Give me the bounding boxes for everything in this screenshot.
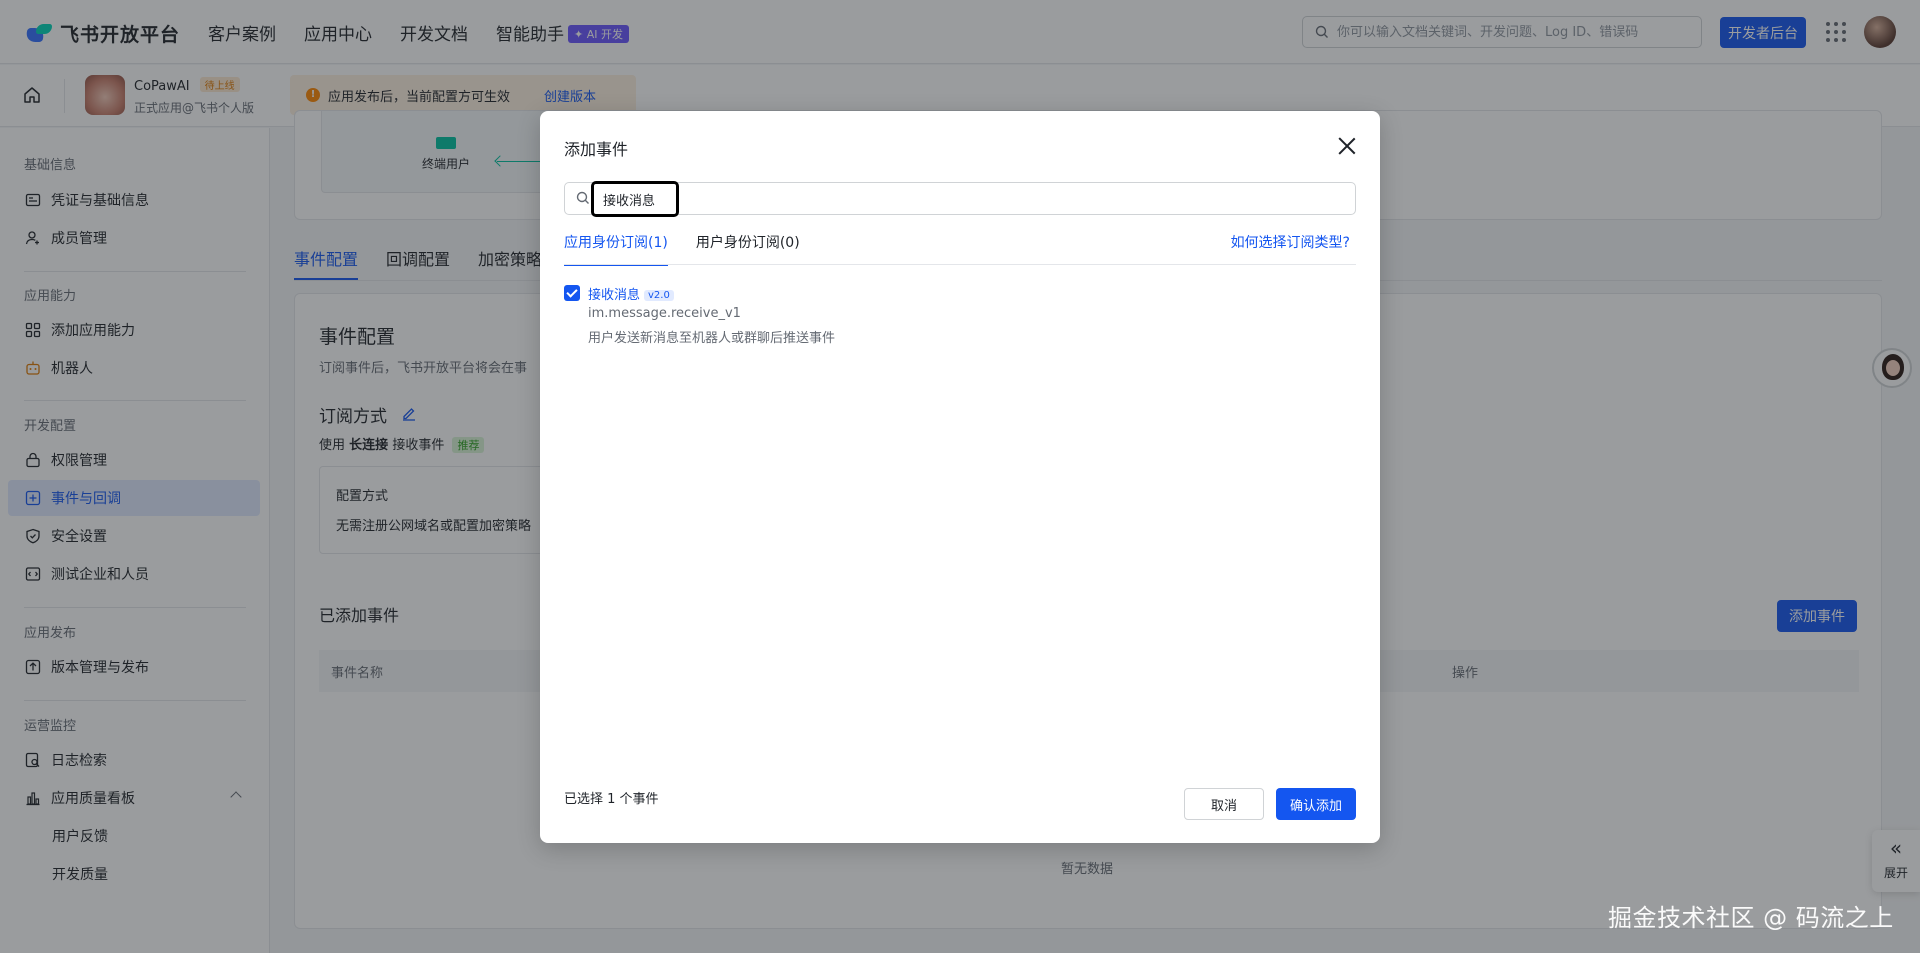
cancel-button[interactable]: 取消 [1184,788,1264,820]
event-name: 接收消息 v2.0 [588,284,674,303]
version-badge: v2.0 [644,290,674,301]
event-key: im.message.receive_v1 [588,306,741,321]
selected-count: 已选择 1 个事件 [564,792,659,807]
watermark: 掘金技术社区 @ 码流之上 [1608,904,1894,932]
confirm-add-button[interactable]: 确认添加 [1276,788,1356,820]
event-search-box[interactable] [564,181,1356,217]
tab-app-subscription[interactable]: 应用身份订阅(1) [564,232,668,266]
modal-tabs-divider [564,264,1356,265]
add-event-modal: 添加事件 应用身份订阅(1) 用户身份订阅(0) 如何选择订阅类型? 接收消息v… [540,111,1380,843]
tab-user-subscription[interactable]: 用户身份订阅(0) [696,232,800,266]
search-icon [576,191,589,204]
event-name-text: 接收消息 [588,288,641,303]
modal-tabs: 应用身份订阅(1) 用户身份订阅(0) [564,232,800,266]
event-search-input[interactable] [591,181,679,217]
modal-title: 添加事件 [564,140,629,159]
event-checkbox[interactable] [564,285,580,301]
close-icon[interactable] [1338,137,1356,155]
subscription-help-link[interactable]: 如何选择订阅类型? [1231,232,1350,252]
event-description: 用户发送新消息至机器人或群聊后推送事件 [588,331,836,346]
event-list-item[interactable]: 接收消息 v2.0 im.message.receive_v1 用户发送新消息至机… [564,283,1344,347]
